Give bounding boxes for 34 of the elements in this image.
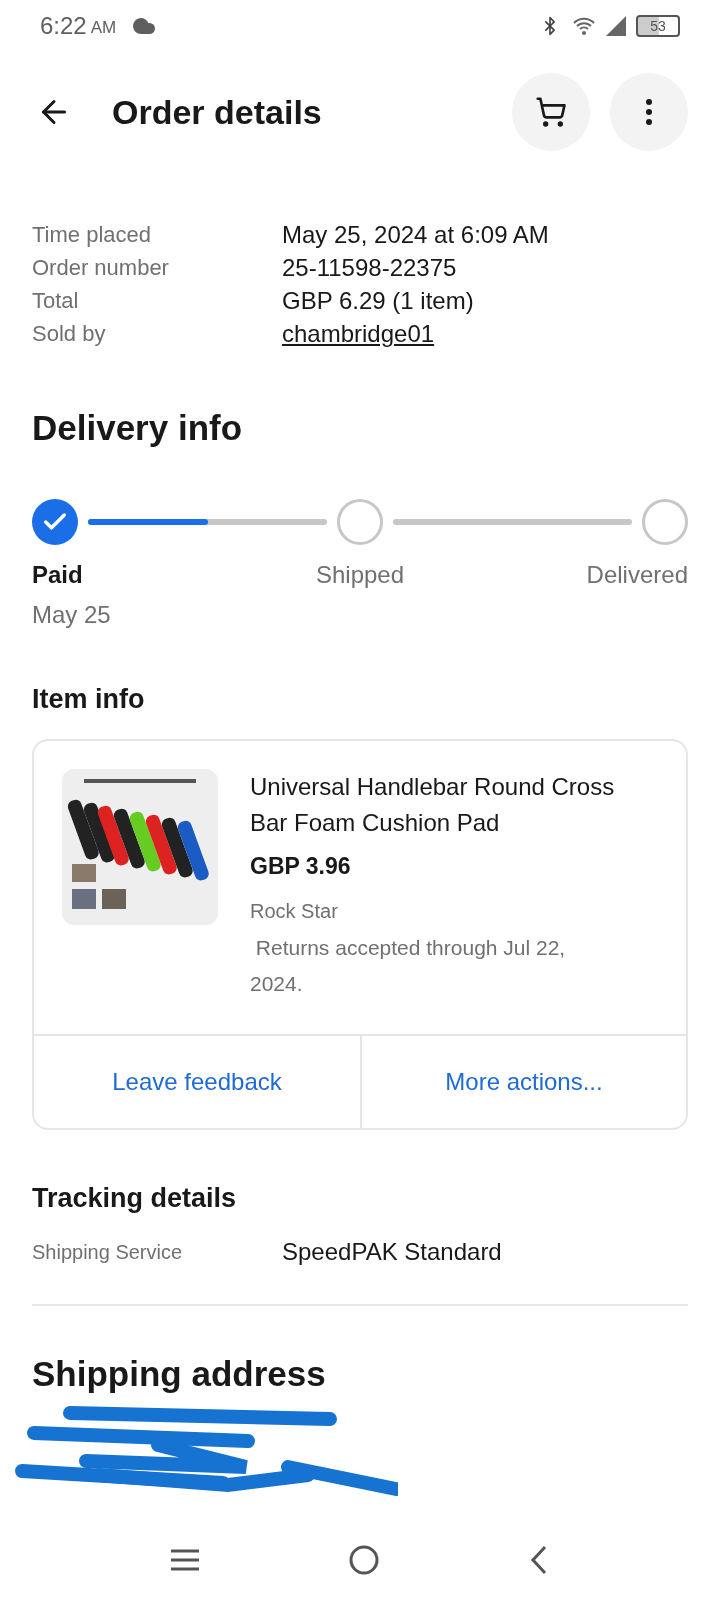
cart-icon <box>535 96 567 128</box>
step-label: Shipped <box>315 559 405 590</box>
item-price: GBP 3.96 <box>250 852 352 881</box>
section-title: Tracking details <box>31 1181 238 1215</box>
clock-period: AM <box>90 17 117 40</box>
wifi-icon <box>572 16 596 36</box>
summary-value: GBP 6.29 (1 item) <box>282 286 474 315</box>
item-title[interactable]: Universal Handlebar Round Cross Bar Foam Cushion Pad <box>250 769 620 841</box>
item-variant: Rock Star <box>250 898 339 924</box>
page-title: Order details <box>112 91 323 133</box>
summary-label: Time placed <box>32 221 152 249</box>
section-title: Item info <box>31 682 146 716</box>
home-icon[interactable] <box>348 1544 380 1576</box>
step-date: May 25 <box>32 599 111 630</box>
summary-label: Total <box>32 287 80 315</box>
step-label: Delivered <box>586 559 688 590</box>
returns-note: Returns accepted through Jul 22, 2024. <box>250 934 567 997</box>
summary-value: May 25, 2024 at 6:09 AM <box>282 220 549 249</box>
signal-icon <box>604 14 628 38</box>
menu-icon[interactable] <box>169 1548 202 1572</box>
step-label: Paid <box>32 559 83 590</box>
action-button[interactable]: More actions... <box>360 1035 686 1128</box>
summary-label: Order number <box>32 254 170 282</box>
summary-label: Sold by <box>32 320 107 348</box>
seller-link[interactable]: chambridge01 <box>282 319 435 348</box>
section-title: Shipping address <box>31 1353 327 1395</box>
action-button[interactable]: Leave feedback <box>34 1035 360 1128</box>
battery-icon: 53 <box>636 15 680 37</box>
more-icon <box>646 99 652 125</box>
tracking-value: SpeedPAK Standard <box>282 1237 502 1267</box>
summary-value: 25-11598-22375 <box>282 253 457 282</box>
section-title: Delivery info <box>31 407 244 449</box>
clock: 6:22 <box>40 11 87 41</box>
tracking-label: Shipping Service <box>32 1240 184 1265</box>
